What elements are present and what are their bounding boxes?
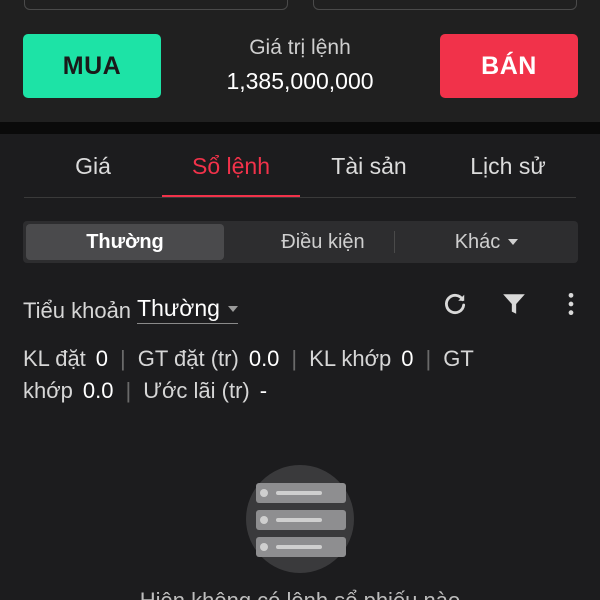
segment-normal-label: Thường	[86, 230, 164, 253]
buy-button[interactable]: MUA	[23, 34, 161, 98]
price-input[interactable]	[24, 0, 288, 10]
sub-account-value: Thường	[137, 295, 220, 321]
order-value: Giá trị lệnh 1,385,000,000	[200, 36, 400, 95]
sell-button-label: BÁN	[481, 51, 537, 80]
tab-order-book-label: Sổ lệnh	[191, 152, 270, 179]
sub-account-label: Tiểu khoản	[23, 298, 132, 323]
kl-dat-label: KL đặt	[23, 346, 86, 371]
uoc-lai-value: -	[259, 378, 268, 403]
order-value-label: Giá trị lệnh	[249, 36, 351, 59]
order-type-segmented-control: Thường Điều kiện Khác	[23, 221, 578, 263]
gt-khop-value: 0.0	[82, 378, 114, 403]
kl-khop-label: KL khớp	[309, 346, 392, 371]
sub-account-row: Tiểu khoản Thường	[23, 288, 238, 324]
filter-icon[interactable]	[500, 290, 528, 318]
main-tabs: Giá Sổ lệnh Tài sản Lịch sử	[0, 134, 600, 198]
empty-state-message: Hiện không có lệnh sổ phiếu nào	[0, 588, 600, 600]
stat-separator: |	[425, 346, 432, 371]
stat-separator: |	[125, 378, 132, 403]
order-panel: MUA Giá trị lệnh 1,385,000,000 BÁN	[0, 0, 600, 122]
tab-history[interactable]: Lịch sử	[438, 134, 578, 198]
tab-history-label: Lịch sử	[470, 152, 546, 179]
kl-dat-value: 0	[95, 346, 109, 371]
tab-assets[interactable]: Tài sản	[300, 134, 438, 198]
tab-price[interactable]: Giá	[24, 134, 162, 198]
segment-normal[interactable]: Thường	[26, 224, 224, 260]
stat-separator: |	[291, 346, 298, 371]
segment-other[interactable]: Khác	[395, 221, 578, 263]
refresh-icon[interactable]	[441, 290, 469, 318]
gt-dat-label: GT đặt (tr)	[137, 346, 239, 371]
tab-order-book[interactable]: Sổ lệnh	[162, 134, 300, 198]
gt-dat-value: 0.0	[248, 346, 280, 371]
tab-price-label: Giá	[75, 152, 111, 179]
segment-conditional-label: Điều kiện	[281, 230, 365, 253]
sub-account-select[interactable]: Thường	[137, 295, 238, 324]
chevron-down-icon	[508, 239, 519, 245]
tab-assets-label: Tài sản	[331, 152, 407, 179]
tabs-divider	[24, 197, 576, 198]
quantity-input[interactable]	[313, 0, 577, 10]
order-summary-stats: KL đặt 0 | GT đặt (tr) 0.0 | KL khớp 0 | GT khớp 0…	[23, 343, 583, 407]
stat-separator: |	[120, 346, 126, 371]
chevron-down-icon	[227, 305, 238, 312]
more-vertical-icon[interactable]	[557, 290, 585, 318]
uoc-lai-label: Ước lãi (tr)	[143, 378, 250, 403]
kl-khop-value: 0	[401, 346, 414, 371]
sell-button[interactable]: BÁN	[440, 34, 578, 98]
order-value-amount: 1,385,000,000	[226, 68, 374, 94]
empty-list-icon	[246, 465, 354, 573]
section-divider	[0, 122, 600, 134]
segment-conditional[interactable]: Điều kiện	[230, 221, 416, 263]
buy-button-label: MUA	[62, 51, 122, 80]
segment-other-label: Khác	[454, 230, 501, 253]
